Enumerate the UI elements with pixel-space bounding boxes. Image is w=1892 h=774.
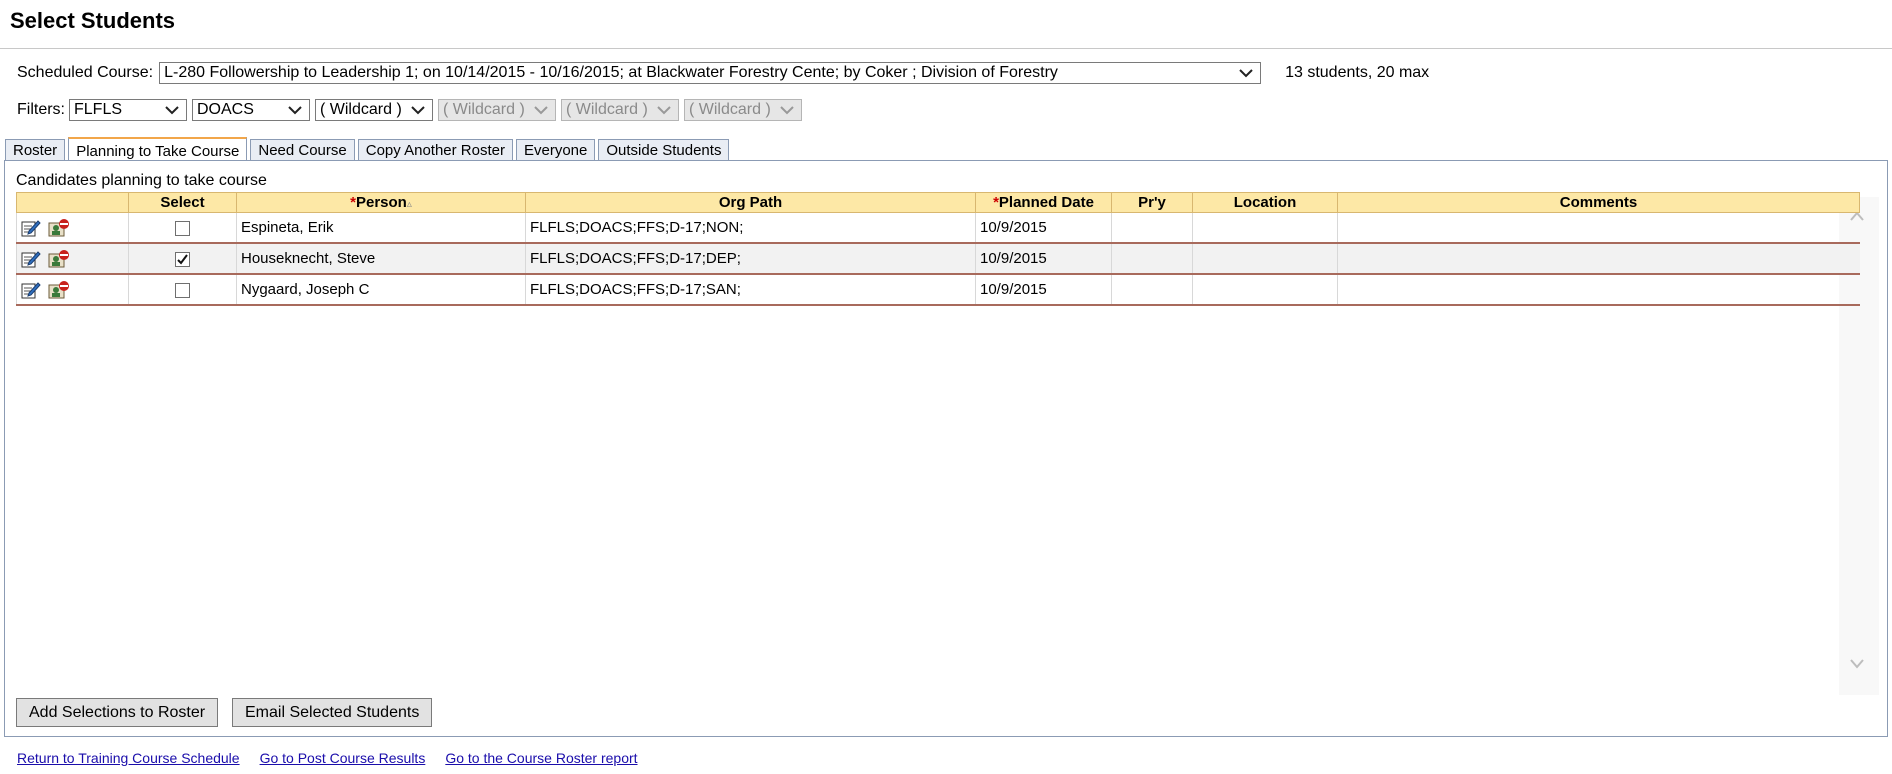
tab-planning-to-take-course[interactable]: Planning to Take Course <box>68 137 248 162</box>
filter-select-2[interactable]: DOACS <box>192 99 310 121</box>
person-cell: Nygaard, Joseph C <box>236 274 526 306</box>
row-actions <box>16 243 129 275</box>
chevron-down-icon <box>411 106 425 115</box>
comments-cell <box>1337 212 1860 244</box>
priority-cell <box>1111 243 1193 275</box>
priority-cell <box>1111 212 1193 244</box>
chevron-down-icon <box>534 106 548 115</box>
select-checkbox[interactable] <box>175 251 190 267</box>
course-select[interactable]: L-280 Followership to Leadership 1; on 1… <box>159 62 1262 84</box>
email-selected-button[interactable]: Email Selected Students <box>232 698 433 727</box>
org-path-cell: FLFLS;DOACS;FFS;D-17;NON; <box>525 212 976 244</box>
tab-bar: Roster Planning to Take Course Need Cour… <box>5 137 732 162</box>
row-actions <box>16 212 129 244</box>
planned-date-cell: 10/9/2015 <box>975 212 1112 244</box>
return-to-schedule-link[interactable]: Return to Training Course Schedule <box>17 750 240 766</box>
checkmark-icon <box>177 253 188 265</box>
planned-date-header-label: Planned Date <box>998 194 1094 211</box>
filter-select-5: ( Wildcard ) <box>561 99 679 121</box>
location-header: Location <box>1192 192 1338 213</box>
table-row: Nygaard, Joseph C FLFLS;DOACS;FFS;D-17;S… <box>16 274 1860 306</box>
chevron-down-icon <box>1239 69 1253 78</box>
actions-header <box>16 192 129 213</box>
filter-select-1[interactable]: FLFLS <box>69 99 187 121</box>
chevron-down-icon <box>288 106 302 115</box>
filter-value: ( Wildcard ) <box>320 101 402 118</box>
tab-roster[interactable]: Roster <box>5 139 66 161</box>
planned-date-header: *Planned Date <box>975 192 1112 213</box>
tab-panel: Candidates planning to take course Selec… <box>4 160 1888 737</box>
select-checkbox[interactable] <box>175 220 190 236</box>
candidates-table: Select *Person▵ Org Path *Planned Date P… <box>16 192 1860 306</box>
scroll-down-icon[interactable] <box>1849 658 1865 670</box>
edit-icon[interactable] <box>21 219 41 237</box>
course-row: Scheduled Course: L-280 Followership to … <box>17 61 1429 85</box>
edit-icon[interactable] <box>21 250 41 268</box>
table-row: Espineta, Erik FLFLS;DOACS;FFS;D-17;NON;… <box>16 212 1860 244</box>
person-header-label: Person <box>355 194 407 211</box>
footer-links: Return to Training Course Schedule Go to… <box>17 750 658 766</box>
select-checkbox[interactable] <box>175 282 190 298</box>
enrollment-count: 13 students, 20 max <box>1285 64 1430 81</box>
chevron-down-icon <box>780 106 794 115</box>
row-actions <box>16 274 129 306</box>
select-cell <box>128 274 237 306</box>
person-header[interactable]: *Person▵ <box>236 192 526 213</box>
page-title: Select Students <box>10 8 176 33</box>
course-select-value: L-280 Followership to Leadership 1; on 1… <box>164 64 1058 81</box>
panel-caption: Candidates planning to take course <box>16 172 267 189</box>
person-cell: Espineta, Erik <box>236 212 526 244</box>
table-header-row: Select *Person▵ Org Path *Planned Date P… <box>16 192 1860 213</box>
remove-person-icon[interactable] <box>48 218 70 237</box>
org-path-cell: FLFLS;DOACS;FFS;D-17;SAN; <box>525 274 976 306</box>
remove-person-icon[interactable] <box>48 249 70 268</box>
org-path-header: Org Path <box>525 192 976 213</box>
chevron-down-icon <box>165 106 179 115</box>
course-label: Scheduled Course: <box>17 64 154 81</box>
location-cell <box>1192 274 1338 306</box>
select-header: Select <box>128 192 237 213</box>
location-cell <box>1192 212 1338 244</box>
filter-value: FLFLS <box>74 101 123 118</box>
add-selections-button[interactable]: Add Selections to Roster <box>16 698 219 727</box>
course-roster-report-link[interactable]: Go to the Course Roster report <box>445 750 637 766</box>
filter-value: ( Wildcard ) <box>443 101 525 118</box>
priority-header: Pr'y <box>1111 192 1193 213</box>
filters-row: Filters: FLFLS DOACS ( Wildcard ) ( Wild… <box>17 98 807 122</box>
planned-date-cell: 10/9/2015 <box>975 274 1112 306</box>
tab-outside-students[interactable]: Outside Students <box>598 139 730 161</box>
chevron-down-icon <box>657 106 671 115</box>
sort-indicator-icon: ▵ <box>406 199 412 210</box>
location-cell <box>1192 243 1338 275</box>
comments-cell <box>1337 274 1860 306</box>
filter-value: ( Wildcard ) <box>689 101 771 118</box>
comments-header: Comments <box>1337 192 1860 213</box>
select-cell <box>128 212 237 244</box>
tab-need-course[interactable]: Need Course <box>250 139 355 161</box>
select-cell <box>128 243 237 275</box>
tab-copy-another-roster[interactable]: Copy Another Roster <box>357 139 513 161</box>
filter-select-4: ( Wildcard ) <box>438 99 556 121</box>
org-path-cell: FLFLS;DOACS;FFS;D-17;DEP; <box>525 243 976 275</box>
table-row: Houseknecht, Steve FLFLS;DOACS;FFS;D-17;… <box>16 243 1860 275</box>
tab-everyone[interactable]: Everyone <box>516 139 596 161</box>
post-course-results-link[interactable]: Go to Post Course Results <box>260 750 426 766</box>
filter-select-6: ( Wildcard ) <box>684 99 802 121</box>
person-cell: Houseknecht, Steve <box>236 243 526 275</box>
filter-select-3[interactable]: ( Wildcard ) <box>315 99 433 121</box>
filter-value: DOACS <box>197 101 254 118</box>
planned-date-cell: 10/9/2015 <box>975 243 1112 275</box>
filters-label: Filters: <box>17 101 65 118</box>
comments-cell <box>1337 243 1860 275</box>
filter-value: ( Wildcard ) <box>566 101 648 118</box>
edit-icon[interactable] <box>21 281 41 299</box>
priority-cell <box>1111 274 1193 306</box>
title-divider <box>0 48 1892 49</box>
remove-person-icon[interactable] <box>48 280 70 299</box>
